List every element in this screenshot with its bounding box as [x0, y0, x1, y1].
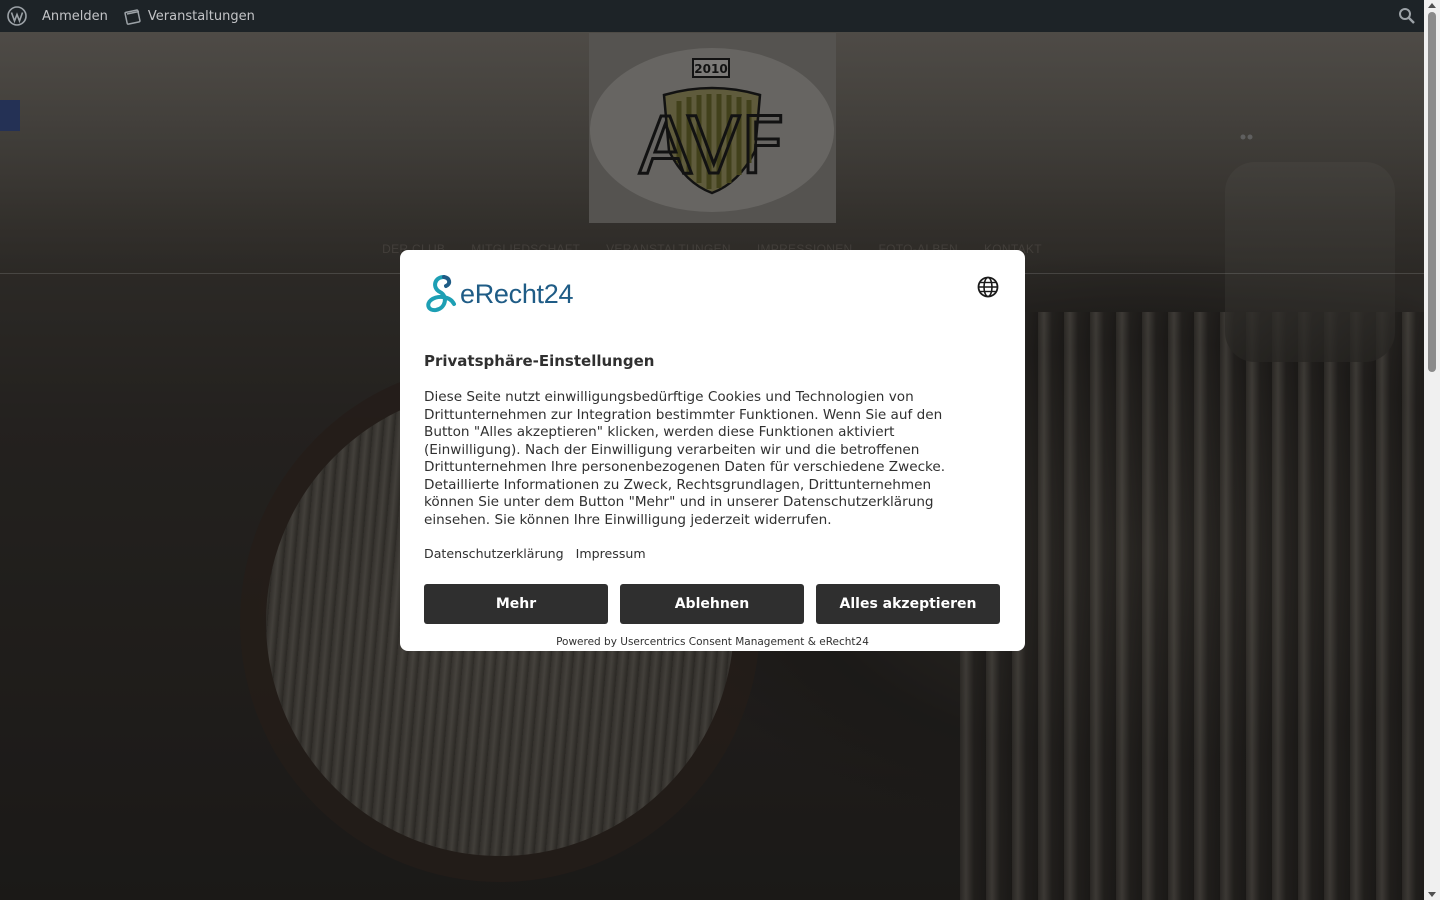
- more-button[interactable]: Mehr: [424, 584, 608, 624]
- consent-body-text: Diese Seite nutzt einwilligungsbedürftig…: [424, 389, 946, 528]
- imprint-link[interactable]: Impressum: [576, 546, 646, 561]
- calendar-icon: [124, 9, 141, 25]
- erecht24-logo-icon: [426, 275, 456, 313]
- legal-links: Datenschutzerklärung Impressum: [424, 546, 1001, 561]
- decline-button[interactable]: Ablehnen: [620, 584, 804, 624]
- cookie-consent-dialog: eRecht24 Privatsphäre-Einstellungen Dies…: [400, 250, 1025, 651]
- accept-all-button[interactable]: Alles akzeptieren: [816, 584, 1000, 624]
- events-label: Veranstaltungen: [147, 8, 255, 24]
- login-label: Anmelden: [42, 8, 108, 24]
- events-link[interactable]: Veranstaltungen: [116, 0, 263, 32]
- scroll-down-arrow-icon[interactable]: [1428, 892, 1436, 897]
- privacy-policy-link[interactable]: Datenschutzerklärung: [424, 546, 564, 561]
- wordpress-logo-icon[interactable]: [0, 0, 34, 32]
- language-globe-icon[interactable]: [977, 276, 999, 302]
- scrollbar-thumb[interactable]: [1428, 12, 1436, 372]
- consent-title: Privatsphäre-Einstellungen: [424, 352, 655, 370]
- scroll-up-arrow-icon[interactable]: [1428, 3, 1436, 8]
- powered-by-text: Powered by Usercentrics Consent Manageme…: [556, 636, 869, 648]
- admin-bar: Anmelden Veranstaltungen: [0, 0, 1424, 32]
- login-link[interactable]: Anmelden: [34, 0, 116, 32]
- search-icon[interactable]: [1398, 7, 1416, 29]
- erecht24-logo: eRecht24: [424, 274, 1001, 314]
- page-scrollbar[interactable]: [1424, 0, 1440, 900]
- consent-buttons: Mehr Ablehnen Alles akzeptieren: [424, 584, 1001, 624]
- brand-name: eRecht24: [460, 278, 574, 309]
